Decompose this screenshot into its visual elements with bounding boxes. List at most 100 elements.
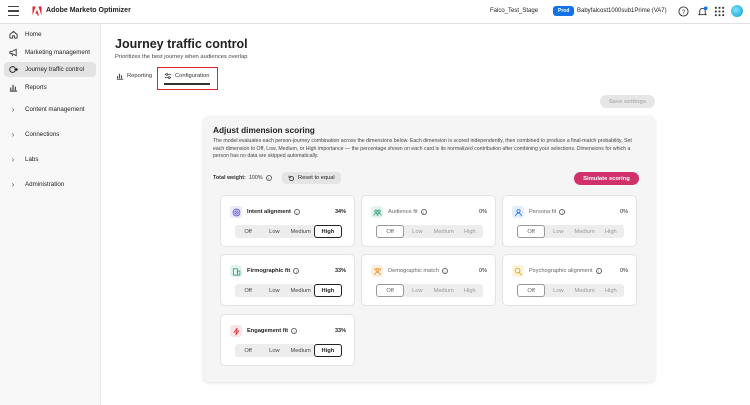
- user-avatar[interactable]: [731, 5, 743, 17]
- sidebar-item-home[interactable]: Home: [4, 27, 96, 42]
- level-option-off[interactable]: Off: [376, 284, 405, 297]
- level-option-high[interactable]: High: [313, 344, 342, 357]
- chevron-right-icon: ›: [11, 180, 15, 189]
- chevron-right-icon: ›: [11, 155, 15, 164]
- level-option-high[interactable]: High: [598, 284, 624, 297]
- sandbox-name[interactable]: Falco_Test_Stage: [490, 8, 538, 14]
- sidebar-item-label: Journey traffic control: [25, 66, 85, 73]
- adobe-logo[interactable]: [32, 6, 42, 16]
- info-icon[interactable]: i: [420, 209, 427, 215]
- sidebar-item-reports[interactable]: Reports: [4, 80, 96, 95]
- dimension-percent: 33%: [334, 268, 346, 274]
- dimension-percent: 0%: [620, 268, 628, 274]
- traffic-control-icon: [7, 65, 19, 74]
- importance-segmented-control: Off Low Medium High: [517, 225, 624, 238]
- tab-reporting[interactable]: Reporting: [116, 72, 152, 80]
- level-option-low[interactable]: Low: [261, 284, 287, 297]
- home-icon: [7, 30, 19, 39]
- info-icon[interactable]: i: [441, 268, 448, 274]
- audience-icon: [371, 206, 383, 218]
- sidebar: Home Marketing management Journey traffi…: [0, 24, 101, 405]
- info-icon[interactable]: i: [293, 209, 300, 215]
- save-settings-button[interactable]: Save settings: [600, 95, 655, 108]
- tab-label: Reporting: [127, 73, 153, 79]
- sidebar-item-content-management[interactable]: › Content management: [4, 102, 96, 117]
- sliders-icon: [164, 73, 172, 79]
- dimension-title-row: Audience fit i: [388, 209, 427, 215]
- dimension-title: Engagement fit: [247, 328, 289, 334]
- dimension-title: Audience fit: [388, 209, 418, 215]
- dimension-scoring-panel: Adjust dimension scoring The model evalu…: [203, 116, 655, 382]
- reset-to-equal-button[interactable]: Reset to equal: [282, 172, 341, 184]
- env-badge[interactable]: Prod: [553, 6, 575, 16]
- level-option-low[interactable]: Low: [261, 344, 287, 357]
- sidebar-item-marketing-management[interactable]: Marketing management: [4, 45, 96, 60]
- panel-description: The model evaluates each person-journey …: [213, 138, 632, 160]
- importance-segmented-control: Off Low Medium High: [376, 225, 483, 238]
- sidebar-item-labs[interactable]: › Labs: [4, 152, 96, 167]
- sidebar-item-label: Reports: [25, 84, 47, 91]
- sidebar-item-journey-traffic-control[interactable]: Journey traffic control: [4, 62, 96, 77]
- level-option-off[interactable]: Off: [235, 225, 261, 238]
- level-option-medium[interactable]: Medium: [288, 225, 314, 238]
- importance-segmented-control: Off Low Medium High: [235, 284, 342, 297]
- hamburger-icon[interactable]: [8, 6, 19, 16]
- level-option-low[interactable]: Low: [261, 225, 287, 238]
- dimension-card: Audience fit i 0% Off Low Medium High: [361, 195, 496, 247]
- level-option-high[interactable]: High: [457, 284, 483, 297]
- chart-icon: [116, 73, 124, 80]
- org-switcher[interactable]: Babyfalcost1000sub1Prime (VA7): [577, 8, 667, 14]
- sidebar-item-administration[interactable]: › Administration: [4, 177, 96, 192]
- level-option-high[interactable]: High: [313, 225, 342, 238]
- sidebar-item-connections[interactable]: › Connections: [4, 127, 96, 142]
- info-icon[interactable]: i: [595, 268, 602, 274]
- level-option-medium[interactable]: Medium: [431, 225, 457, 238]
- total-weight-value: 100%: [248, 175, 263, 181]
- engagement-icon: [230, 325, 242, 337]
- tab-selected-indicator: [164, 83, 210, 85]
- sidebar-item-label: Marketing management: [25, 49, 91, 56]
- level-option-off[interactable]: Off: [376, 225, 405, 238]
- dimension-title: Demographic match: [388, 268, 439, 274]
- dimension-title-row: Persona fit i: [529, 209, 566, 215]
- dimension-card: Demographic match i 0% Off Low Medium High: [361, 254, 496, 306]
- level-option-off[interactable]: Off: [517, 284, 546, 297]
- level-option-medium[interactable]: Medium: [288, 344, 314, 357]
- level-option-low[interactable]: Low: [545, 284, 571, 297]
- info-icon[interactable]: i: [265, 175, 272, 181]
- sidebar-item-label: Home: [25, 31, 42, 38]
- info-icon[interactable]: i: [559, 209, 566, 215]
- dimension-title: Persona fit: [529, 209, 557, 215]
- level-option-low[interactable]: Low: [404, 284, 430, 297]
- level-option-high[interactable]: High: [598, 225, 624, 238]
- importance-segmented-control: Off Low Medium High: [517, 284, 624, 297]
- level-option-medium[interactable]: Medium: [288, 284, 314, 297]
- level-option-off[interactable]: Off: [235, 344, 261, 357]
- tab-configuration[interactable]: Configuration: [164, 72, 209, 80]
- help-icon[interactable]: ?: [678, 6, 689, 17]
- level-option-high[interactable]: High: [457, 225, 483, 238]
- level-option-off[interactable]: Off: [235, 284, 261, 297]
- simulate-scoring-button[interactable]: Simulate scoring: [574, 172, 639, 185]
- page-subtitle: Prioritizes the best journey when audien…: [115, 54, 248, 60]
- level-option-medium[interactable]: Medium: [572, 225, 598, 238]
- dimension-percent: 33%: [334, 328, 346, 334]
- info-icon[interactable]: i: [291, 328, 298, 334]
- app-grid-icon[interactable]: [714, 6, 725, 17]
- level-option-low[interactable]: Low: [404, 225, 430, 238]
- bell-icon[interactable]: [697, 6, 708, 17]
- level-option-medium[interactable]: Medium: [572, 284, 598, 297]
- dimension-title-row: Firmographic fit i: [247, 268, 300, 274]
- reports-icon: [7, 83, 19, 92]
- level-option-off[interactable]: Off: [517, 225, 546, 238]
- level-option-low[interactable]: Low: [545, 225, 571, 238]
- dimension-title-row: Engagement fit i: [247, 328, 298, 334]
- info-icon[interactable]: i: [293, 268, 300, 274]
- level-option-high[interactable]: High: [313, 284, 342, 297]
- top-bar: Adobe Marketo Optimizer Falco_Test_Stage…: [0, 0, 750, 24]
- level-option-medium[interactable]: Medium: [431, 284, 457, 297]
- dimension-card: Intent alignment i 34% Off Low Medium High: [220, 195, 355, 247]
- dimension-title-row: Demographic match i: [388, 268, 448, 274]
- dimension-percent: 34%: [334, 209, 346, 215]
- reset-icon: [288, 175, 294, 181]
